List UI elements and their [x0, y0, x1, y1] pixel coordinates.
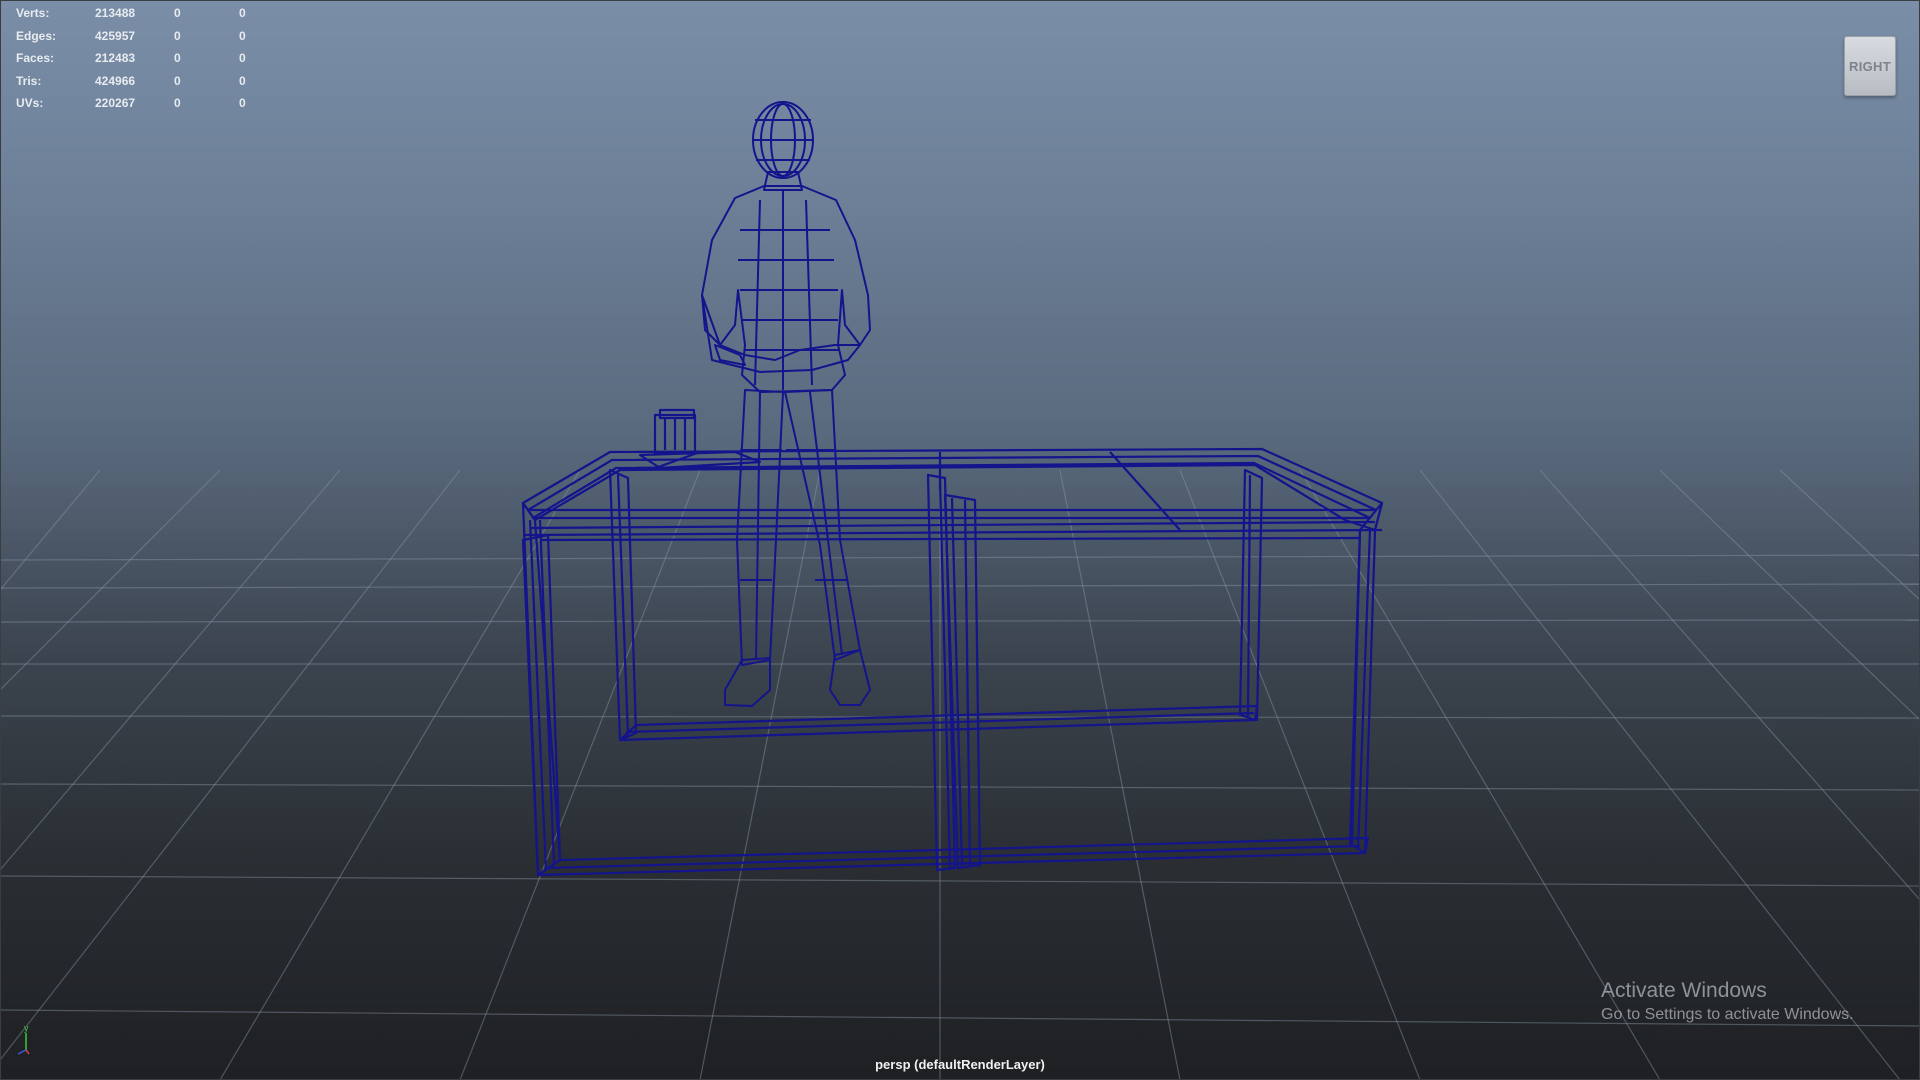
axis-gizmo-icon: y — [17, 1023, 30, 1055]
hud-label: UVs: — [16, 96, 44, 110]
hud-component: 0 — [239, 51, 246, 65]
hud-selected: 0 — [174, 51, 181, 65]
axis-y-label: y — [24, 1023, 29, 1033]
perspective-viewport[interactable]: Verts: 213488 0 0 Edges: 425957 0 0 Face… — [0, 0, 1920, 1080]
hud-row-edges: Edges: 425957 0 0 — [16, 25, 269, 48]
hud-value: 213488 — [95, 6, 136, 20]
hud-row-tris: Tris: 424966 0 0 — [16, 70, 269, 93]
desk-mesh[interactable] — [521, 408, 1384, 877]
hud-value: 424966 — [95, 73, 136, 88]
hud-component: 0 — [239, 6, 246, 20]
hud-label: Edges: — [16, 28, 57, 43]
hud-row-verts: Verts: 213488 0 0 — [16, 2, 269, 25]
windows-activation-watermark: Activate Windows Go to Settings to activ… — [1601, 978, 1854, 1026]
hud-row-faces: Faces: 212483 0 0 — [16, 47, 269, 70]
hud-component: 0 — [239, 96, 246, 110]
hud-component: 0 — [239, 73, 246, 88]
character-mesh[interactable] — [701, 101, 871, 707]
viewcube-face-label: RIGHT — [1849, 58, 1891, 74]
hud-component: 0 — [239, 28, 246, 43]
scene-canvas[interactable] — [0, 0, 1920, 1080]
viewcube[interactable]: RIGHT — [1844, 36, 1896, 96]
hud-selected: 0 — [174, 28, 181, 43]
poly-count-hud: Verts: 213488 0 0 Edges: 425957 0 0 Face… — [16, 2, 269, 115]
hud-value: 220267 — [95, 96, 136, 110]
watermark-title: Activate Windows — [1601, 979, 1767, 1002]
camera-label: persp (defaultRenderLayer) — [875, 1057, 1045, 1072]
hud-value: 425957 — [95, 28, 136, 43]
hud-label: Faces: — [16, 51, 55, 65]
hud-value: 212483 — [95, 51, 136, 65]
hud-label: Verts: — [16, 6, 50, 20]
hud-row-uvs: UVs: 220267 0 0 — [16, 92, 269, 115]
watermark-subtitle: Go to Settings to activate Windows. — [1601, 1006, 1854, 1023]
hud-selected: 0 — [174, 73, 181, 88]
hud-selected: 0 — [174, 6, 181, 20]
hud-selected: 0 — [174, 96, 181, 110]
hud-label: Tris: — [16, 73, 42, 88]
